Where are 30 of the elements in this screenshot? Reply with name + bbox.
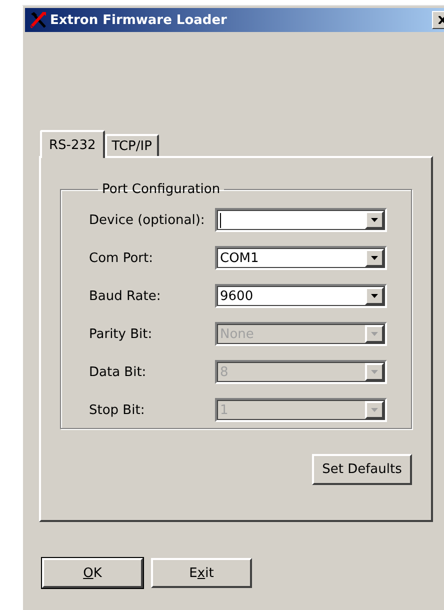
caret-icon: [371, 408, 378, 412]
combo-box[interactable]: 9600: [215, 284, 387, 308]
tab[interactable]: TCP/IP: [104, 134, 159, 156]
combo-box[interactable]: [215, 208, 387, 232]
exit-button[interactable]: Exit: [151, 558, 252, 588]
dropdown-button[interactable]: [365, 211, 384, 229]
field-label: Com Port:: [89, 250, 154, 266]
caret-icon: [371, 294, 378, 298]
set-defaults-button[interactable]: Set Defaults: [312, 454, 412, 485]
caret-icon: [371, 332, 378, 336]
field-label: Data Bit:: [89, 364, 148, 380]
combo-value: COM1: [220, 250, 259, 266]
dropdown-button[interactable]: [365, 249, 384, 267]
caret-icon: [371, 218, 378, 222]
field-label: Baud Rate:: [89, 288, 162, 304]
tab[interactable]: RS-232: [40, 130, 105, 158]
field-label: Stop Bit:: [89, 402, 146, 418]
dropdown-button[interactable]: [365, 287, 384, 305]
window-title: Extron Firmware Loader: [50, 12, 228, 28]
field-label: Parity Bit:: [89, 326, 154, 342]
combo-value: 9600: [220, 288, 254, 304]
tools-icon: [29, 11, 47, 29]
field-label: Device (optional):: [89, 212, 206, 228]
ok-button[interactable]: OK: [42, 558, 143, 588]
text-cursor: [220, 212, 221, 228]
caret-icon: [371, 256, 378, 260]
group-title: Port Configuration: [101, 182, 222, 197]
combo-box[interactable]: COM1: [215, 246, 387, 270]
close-icon: [438, 16, 444, 24]
caret-icon: [371, 370, 378, 374]
